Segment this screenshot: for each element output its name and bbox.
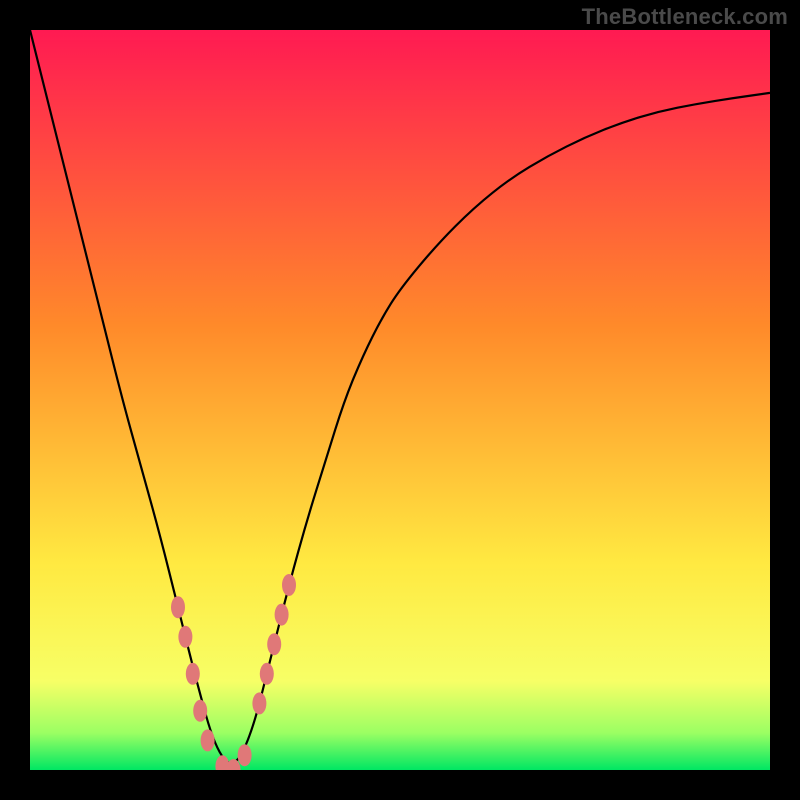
marker-dot bbox=[282, 574, 296, 596]
watermark-text: TheBottleneck.com bbox=[582, 4, 788, 30]
chart-frame: TheBottleneck.com bbox=[0, 0, 800, 800]
marker-dot bbox=[193, 700, 207, 722]
marker-dot bbox=[178, 626, 192, 648]
marker-dot bbox=[252, 692, 266, 714]
marker-dot bbox=[201, 729, 215, 751]
marker-dot bbox=[171, 596, 185, 618]
gradient-bg bbox=[30, 30, 770, 770]
marker-dot bbox=[238, 744, 252, 766]
marker-dot bbox=[260, 663, 274, 685]
plot-area bbox=[30, 30, 770, 770]
marker-dot bbox=[275, 604, 289, 626]
marker-dot bbox=[186, 663, 200, 685]
plot-svg bbox=[30, 30, 770, 770]
marker-dot bbox=[267, 633, 281, 655]
